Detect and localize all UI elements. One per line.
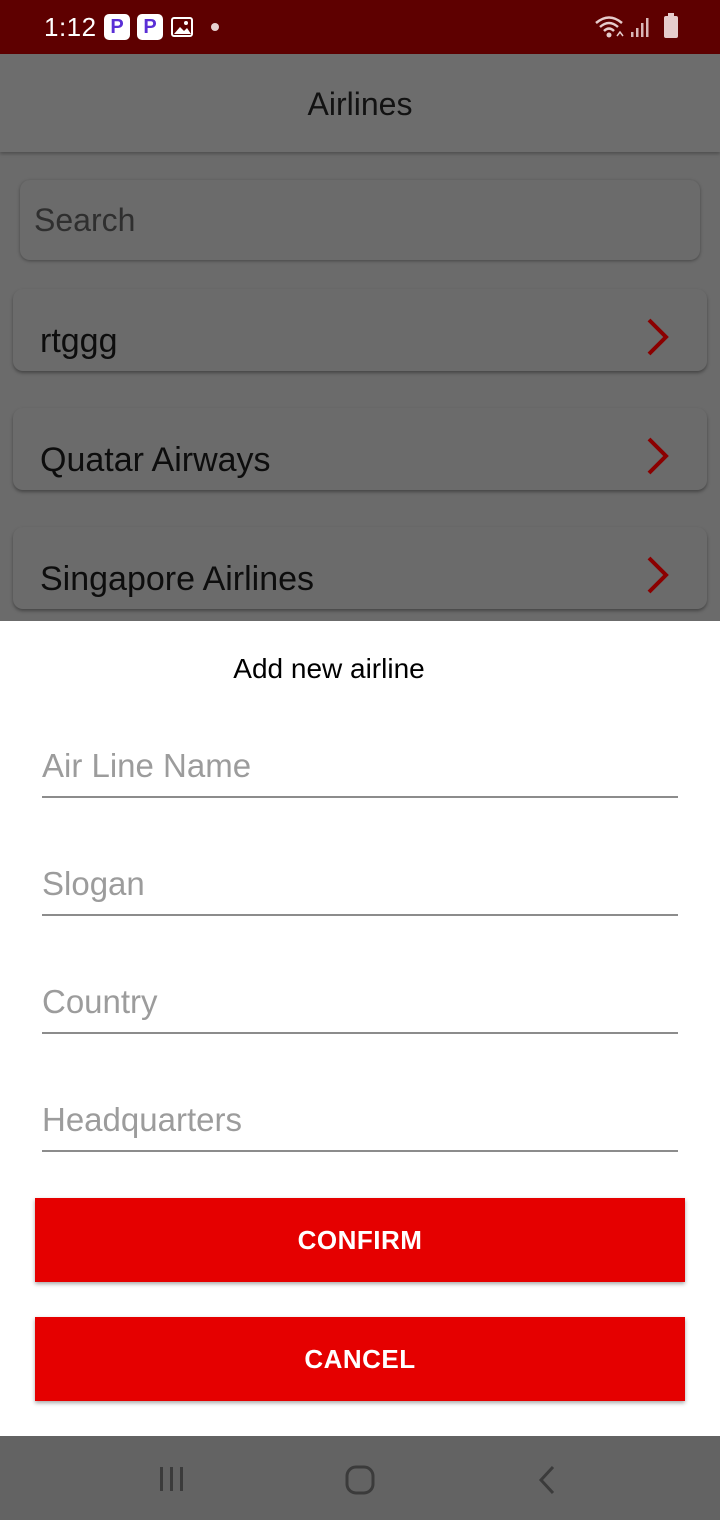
- wifi-icon: [595, 16, 624, 38]
- signal-icon: [631, 18, 649, 37]
- home-icon[interactable]: [344, 1464, 376, 1496]
- search-box[interactable]: [20, 180, 700, 260]
- headquarters-field-wrapper: [42, 1092, 678, 1152]
- airline-name-field-wrapper: [42, 738, 678, 798]
- airline-name: Singapore Airlines: [40, 560, 315, 598]
- list-item[interactable]: rtggg: [13, 289, 707, 371]
- p-app-icon: P: [104, 14, 130, 40]
- app-bar: Airlines: [0, 54, 720, 152]
- gallery-icon: [171, 17, 193, 37]
- system-nav-bar: [0, 1436, 720, 1520]
- cancel-button[interactable]: CANCEL: [35, 1317, 685, 1401]
- p-app-icon: P: [137, 14, 163, 40]
- dialog-title: Add new airline: [233, 653, 425, 684]
- status-bar: 1:12 P P: [0, 0, 720, 54]
- headquarters-field[interactable]: [42, 1092, 678, 1148]
- chevron-right-icon: [647, 318, 669, 356]
- dot-icon: [211, 23, 219, 31]
- airline-name: rtggg: [40, 322, 118, 360]
- slogan-field-wrapper: [42, 856, 678, 916]
- country-field[interactable]: [42, 974, 678, 1030]
- battery-icon: [664, 13, 678, 38]
- slogan-field[interactable]: [42, 856, 678, 912]
- add-airline-dialog: Add new airline CONFIRM CANCEL: [0, 621, 720, 1436]
- chevron-right-icon: [647, 437, 669, 475]
- status-time: 1:12: [44, 12, 97, 42]
- page-title: Airlines: [307, 86, 413, 122]
- list-item[interactable]: Singapore Airlines: [13, 527, 707, 609]
- search-input[interactable]: [32, 198, 672, 242]
- recents-icon[interactable]: [158, 1466, 186, 1492]
- list-item[interactable]: Quatar Airways: [13, 408, 707, 490]
- chevron-right-icon: [647, 556, 669, 594]
- back-icon[interactable]: [537, 1464, 557, 1496]
- airline-name: Quatar Airways: [40, 441, 271, 479]
- country-field-wrapper: [42, 974, 678, 1034]
- confirm-button[interactable]: CONFIRM: [35, 1198, 685, 1282]
- airline-name-field[interactable]: [42, 738, 678, 794]
